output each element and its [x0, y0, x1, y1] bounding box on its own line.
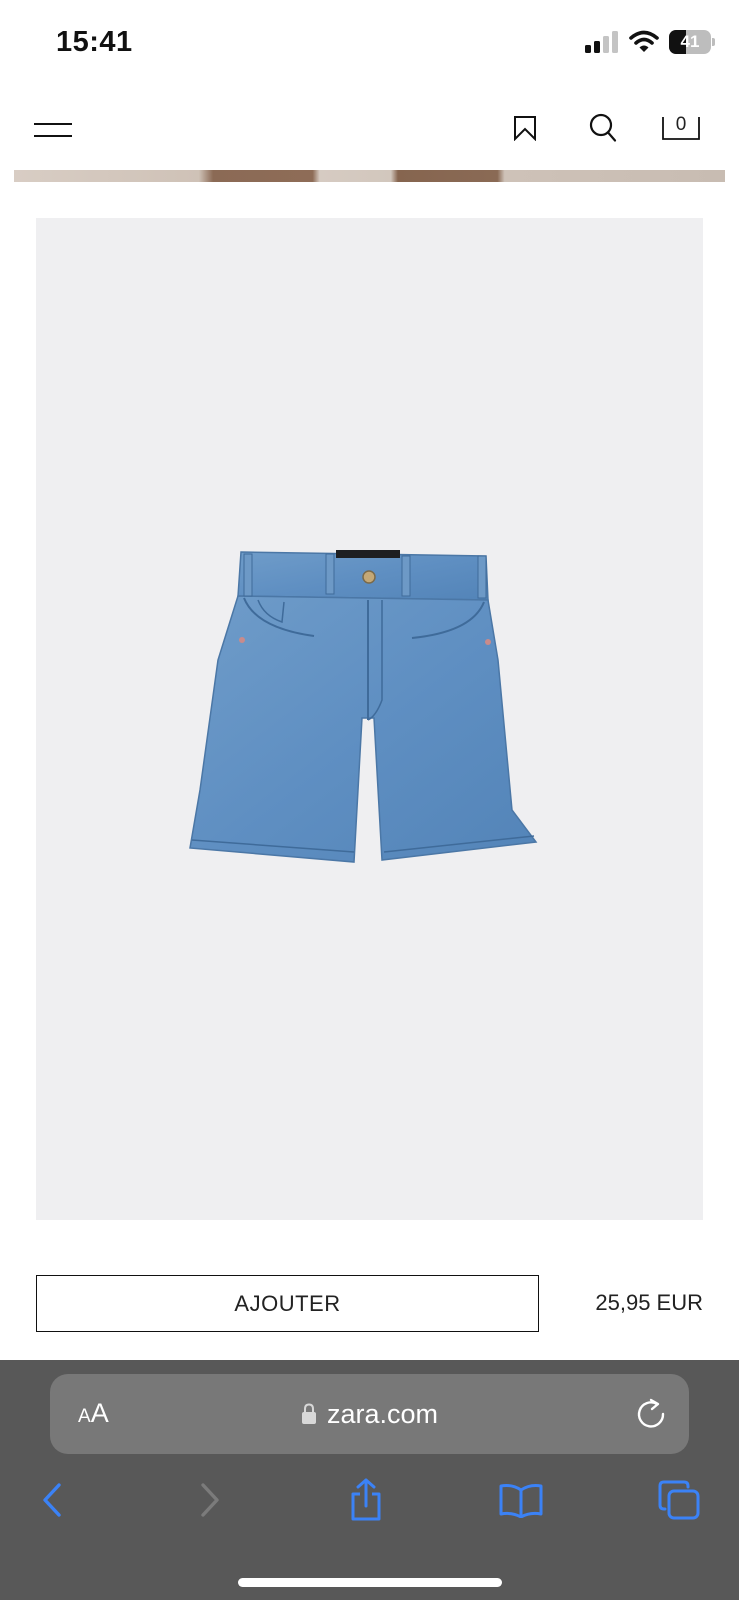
- page: 15:41 41 0 AJOUTER 25,95 EUR AA zara.com: [0, 0, 739, 1600]
- battery-level: 41: [680, 32, 700, 51]
- url-text: zara.com: [326, 1398, 439, 1429]
- bookmarks-icon: [499, 1484, 543, 1518]
- back-button[interactable]: [28, 1478, 76, 1522]
- bookmarks-button[interactable]: [497, 1478, 545, 1522]
- reload-button[interactable]: [635, 1398, 667, 1430]
- tabs-button[interactable]: [655, 1478, 703, 1522]
- site-header: 0: [0, 88, 739, 170]
- status-time: 15:41: [56, 26, 133, 58]
- menu-icon: [34, 123, 72, 137]
- forward-icon: [201, 1483, 219, 1517]
- denim-shorts-image: [189, 550, 538, 863]
- product-price: 25,95 EUR: [595, 1290, 703, 1315]
- browser-bottom-bar: AA zara.com: [0, 1360, 739, 1600]
- status-bar: 15:41 41: [0, 0, 739, 88]
- tabs-icon: [658, 1480, 700, 1520]
- signal-icon: [585, 31, 618, 53]
- share-icon: [351, 1478, 381, 1521]
- url-display: zara.com: [50, 1374, 689, 1454]
- battery-icon: 41: [669, 30, 715, 54]
- forward-button[interactable]: [186, 1478, 234, 1522]
- previous-product-image[interactable]: [14, 170, 725, 182]
- share-button[interactable]: [342, 1478, 390, 1522]
- address-bar[interactable]: AA zara.com: [50, 1374, 689, 1454]
- wifi-icon: [629, 30, 659, 52]
- menu-button[interactable]: [32, 112, 74, 148]
- status-icons: 41: [585, 30, 715, 54]
- lock-icon: [301, 1403, 316, 1424]
- home-indicator: [238, 1578, 502, 1587]
- add-to-cart-button[interactable]: AJOUTER: [36, 1275, 539, 1332]
- bookmark-icon: [514, 116, 536, 141]
- back-icon: [43, 1483, 61, 1517]
- reload-icon: [637, 1398, 665, 1428]
- shopping-bag-button[interactable]: 0: [660, 108, 702, 148]
- search-icon: [589, 113, 617, 142]
- search-button[interactable]: [584, 108, 622, 148]
- bag-count: 0: [675, 114, 687, 135]
- bookmark-button[interactable]: [508, 110, 542, 146]
- product-image[interactable]: [36, 218, 703, 1220]
